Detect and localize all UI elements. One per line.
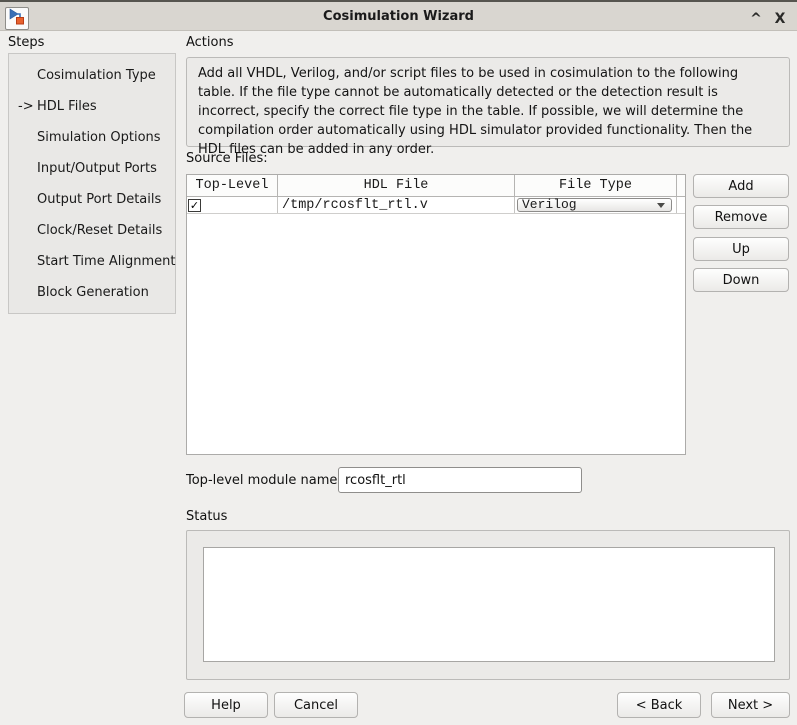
close-button[interactable]: X xyxy=(769,4,791,33)
source-files-label: Source Files: xyxy=(186,151,268,166)
window-title: Cosimulation Wizard xyxy=(0,2,797,31)
actions-heading: Actions xyxy=(186,35,234,50)
column-header-top-level[interactable]: Top-Level xyxy=(187,175,278,196)
top-level-cell[interactable]: ✓ xyxy=(187,197,278,213)
up-button[interactable]: Up xyxy=(693,237,789,261)
step-cosimulation-type: Cosimulation Type xyxy=(9,60,175,91)
status-panel xyxy=(186,530,790,680)
source-files-table: Top-Level HDL File File Type ✓ /tmp/rcos… xyxy=(186,174,686,455)
step-clock-reset-details: Clock/Reset Details xyxy=(9,215,175,246)
file-type-cell[interactable]: Verilog xyxy=(515,197,677,213)
remove-button[interactable]: Remove xyxy=(693,205,789,229)
top-level-checkbox[interactable]: ✓ xyxy=(188,199,201,212)
step-label: Simulation Options xyxy=(37,130,161,145)
step-start-time-alignment: Start Time Alignment xyxy=(9,246,175,277)
step-label: Start Time Alignment xyxy=(37,254,175,269)
module-name-input[interactable] xyxy=(338,467,582,493)
cancel-button[interactable]: Cancel xyxy=(274,692,358,718)
step-input-output-ports: Input/Output Ports xyxy=(9,153,175,184)
step-label: Input/Output Ports xyxy=(37,161,157,176)
file-type-value: Verilog xyxy=(518,199,577,211)
dropdown-arrow-icon xyxy=(657,203,665,208)
status-heading: Status xyxy=(186,509,227,524)
row-spacer-cell xyxy=(677,197,685,213)
actions-description: Add all VHDL, Verilog, and/or script fil… xyxy=(186,57,790,147)
step-label: HDL Files xyxy=(37,99,97,114)
help-button[interactable]: Help xyxy=(184,692,268,718)
step-block-generation: Block Generation xyxy=(9,277,175,308)
hdl-file-path: /tmp/rcosflt_rtl.v xyxy=(278,198,428,213)
table-header-row: Top-Level HDL File File Type xyxy=(187,175,685,197)
table-row[interactable]: ✓ /tmp/rcosflt_rtl.v Verilog xyxy=(187,197,685,214)
minimize-button[interactable]: ^ xyxy=(745,4,767,33)
step-hdl-files: -> HDL Files xyxy=(9,91,175,122)
hdl-file-cell[interactable]: /tmp/rcosflt_rtl.v xyxy=(278,197,515,213)
column-header-hdl-file[interactable]: HDL File xyxy=(278,175,515,196)
status-textarea[interactable] xyxy=(203,547,775,662)
next-button[interactable]: Next > xyxy=(711,692,790,718)
add-button[interactable]: Add xyxy=(693,174,789,198)
module-name-label: Top-level module name: xyxy=(186,473,342,488)
file-type-dropdown[interactable]: Verilog xyxy=(517,198,672,212)
cosimulation-wizard-window: Cosimulation Wizard ^ X Steps Cosimulati… xyxy=(0,0,797,725)
active-step-marker: -> xyxy=(18,91,34,122)
step-simulation-options: Simulation Options xyxy=(9,122,175,153)
back-button[interactable]: < Back xyxy=(617,692,701,718)
step-label: Output Port Details xyxy=(37,192,161,207)
column-header-spacer xyxy=(677,175,685,196)
titlebar[interactable]: Cosimulation Wizard ^ X xyxy=(0,0,797,31)
step-label: Cosimulation Type xyxy=(37,68,156,83)
steps-heading: Steps xyxy=(8,35,44,50)
step-label: Clock/Reset Details xyxy=(37,223,162,238)
column-header-file-type[interactable]: File Type xyxy=(515,175,677,196)
down-button[interactable]: Down xyxy=(693,268,789,292)
step-label: Block Generation xyxy=(37,285,149,300)
steps-panel: Cosimulation Type -> HDL Files Simulatio… xyxy=(8,53,176,314)
step-output-port-details: Output Port Details xyxy=(9,184,175,215)
